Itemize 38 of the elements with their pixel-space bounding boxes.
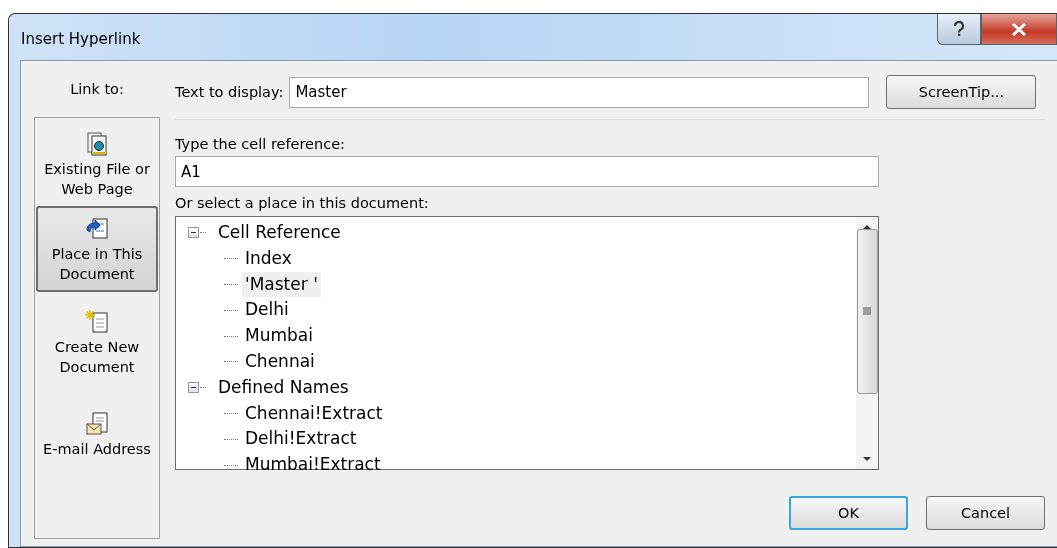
tree-item[interactable]: Delhi — [242, 297, 292, 324]
window-title: Insert Hyperlink — [21, 30, 141, 48]
document-envelope-icon — [85, 411, 109, 437]
document-globe-icon — [86, 131, 108, 157]
help-icon — [952, 21, 966, 37]
tree-item[interactable]: Mumbai — [242, 323, 316, 349]
new-document-icon — [85, 309, 109, 335]
link-to-option[interactable]: Existing File or Web Page — [36, 122, 158, 206]
tree-item[interactable]: Mumbai!Extract — [242, 452, 384, 478]
cancel-button[interactable]: Cancel — [926, 496, 1045, 530]
ok-button[interactable]: OK — [789, 496, 908, 530]
link-to-label: Link to: — [70, 81, 124, 99]
link-to-option[interactable]: E-mail Address — [36, 402, 158, 466]
help-button[interactable] — [937, 14, 981, 45]
cell-reference-field[interactable]: A1 — [175, 156, 879, 187]
text-to-display-label: Text to display: — [175, 84, 284, 100]
document-arrow-icon — [85, 216, 109, 242]
link-to-option[interactable]: Create New Document — [36, 300, 158, 384]
screentip-button[interactable]: ScreenTip... — [886, 75, 1037, 109]
place-list-label: Or select a place in this document: — [175, 195, 429, 211]
tree-item[interactable]: Index — [242, 245, 295, 272]
collapse-icon[interactable] — [188, 227, 199, 239]
collapse-icon[interactable] — [188, 382, 199, 394]
tree-item[interactable]: Delhi!Extract — [242, 426, 360, 453]
close-icon — [1011, 22, 1027, 36]
cell-reference-label: Type the cell reference: — [175, 136, 345, 152]
tree-group-label[interactable]: Cell Reference — [215, 220, 344, 246]
scroll-down-icon[interactable] — [862, 456, 872, 462]
tree-item[interactable]: Chennai!Extract — [242, 400, 386, 427]
tree-group-label[interactable]: Defined Names — [215, 374, 352, 401]
link-to-option[interactable]: Place in This Document — [36, 206, 158, 292]
text-to-display-field[interactable]: Master — [289, 76, 870, 108]
tree-item[interactable]: 'Master ' — [242, 271, 321, 298]
tree-item[interactable]: Chennai — [242, 349, 318, 375]
scroll-up-icon[interactable] — [862, 224, 872, 230]
scroll-thumb[interactable] — [856, 228, 878, 394]
close-button[interactable] — [981, 14, 1057, 45]
scrollbar[interactable] — [856, 217, 878, 469]
